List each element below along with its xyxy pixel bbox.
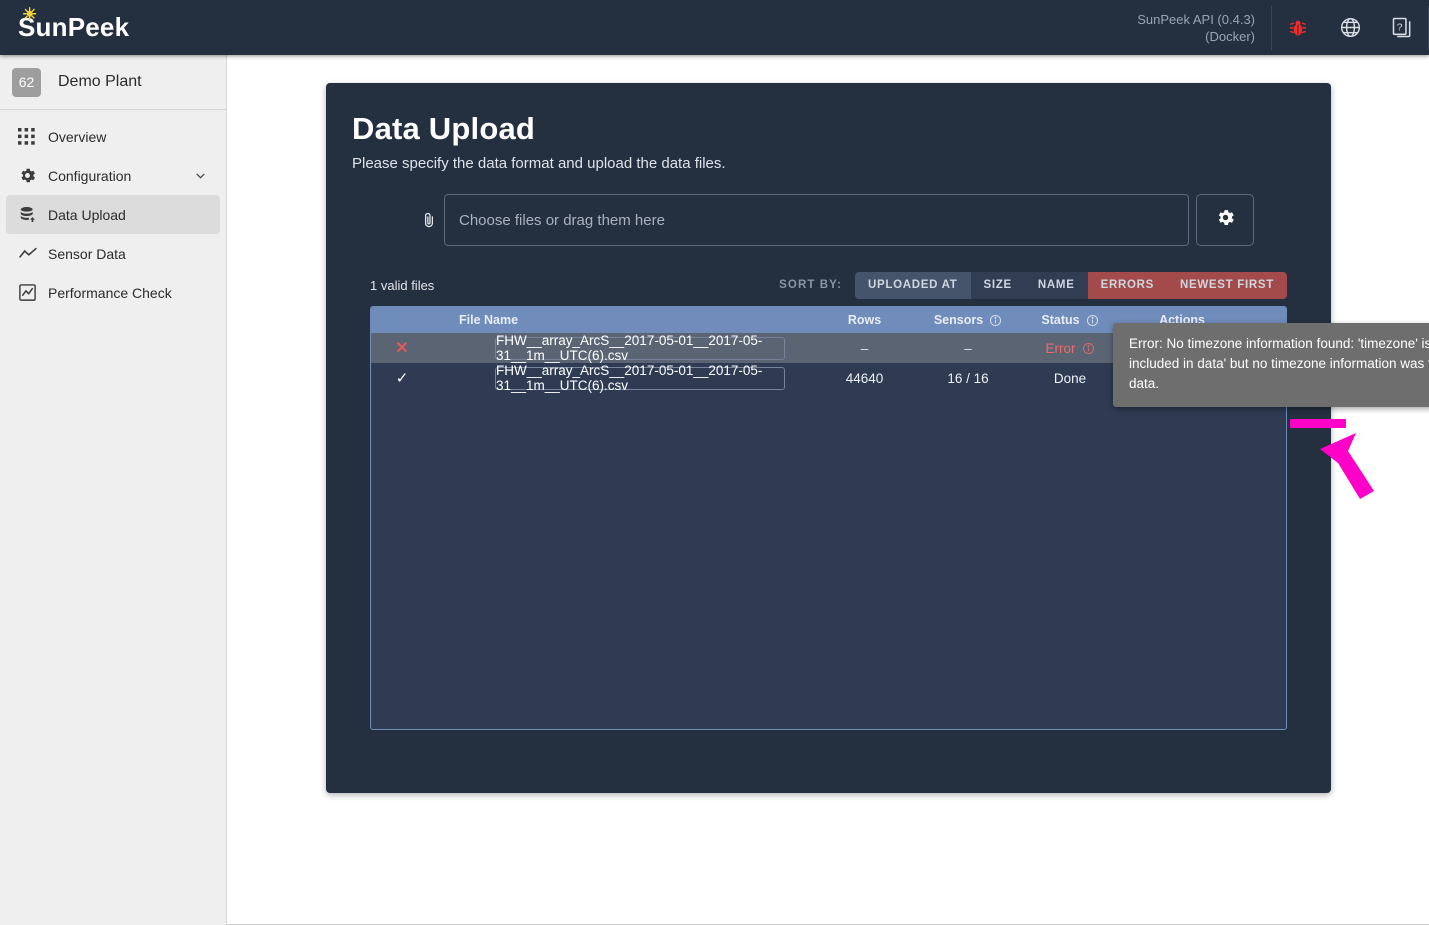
chevron-down-icon[interactable] <box>193 168 208 183</box>
bug-icon[interactable] <box>1272 0 1324 55</box>
error-tooltip: Error: No timezone information found: 't… <box>1113 323 1429 407</box>
file-drop-placeholder: Choose files or drag them here <box>459 211 665 229</box>
valid-files-count: 1 valid files <box>370 277 435 293</box>
error-info-icon[interactable] <box>1082 342 1095 355</box>
grid-icon <box>18 128 48 145</box>
app-logo[interactable]: ☀ SunPeek <box>18 6 129 43</box>
x-icon: ✕ <box>395 340 409 357</box>
column-header-status-label: Status <box>1041 313 1080 327</box>
status-value: Error <box>1045 340 1076 356</box>
chart-box-icon <box>18 283 48 302</box>
sort-name-button[interactable]: NAME <box>1024 271 1088 299</box>
page-subtitle: Please specify the data format and uploa… <box>352 155 726 172</box>
data-upload-panel: Data Upload Please specify the data form… <box>326 83 1331 793</box>
sun-icon: ☀ <box>22 5 38 24</box>
rows-value: 44640 <box>845 370 884 386</box>
file-picker-row: Choose files or drag them here <box>414 194 1331 246</box>
database-upload-icon <box>18 205 48 224</box>
main-content: Data Upload Please specify the data form… <box>227 55 1429 925</box>
column-header-sensors-label: Sensors <box>933 313 984 327</box>
globe-icon[interactable] <box>1324 0 1376 55</box>
sensors-value: – <box>964 340 972 356</box>
sort-newest-first-button[interactable]: NEWEST FIRST <box>1166 271 1287 299</box>
api-version-line2: (Docker) <box>1205 28 1255 44</box>
status-value: Done <box>1053 370 1087 386</box>
table-toolbar: 1 valid files SORT BY: UPLOADED AT SIZE … <box>370 271 1287 299</box>
sort-uploaded-at-button[interactable]: UPLOADED AT <box>855 271 971 299</box>
sidebar-item-configuration[interactable]: Configuration <box>6 156 220 195</box>
upload-settings-button[interactable] <box>1196 194 1254 246</box>
plant-selector[interactable]: 62 Demo Plant <box>0 55 226 110</box>
status-info-icon[interactable] <box>1086 314 1099 327</box>
plant-id-badge: 62 <box>12 67 41 97</box>
sort-by-label: SORT BY: <box>779 279 843 291</box>
row-state-error: ✕ <box>371 338 433 358</box>
top-bar-right: SunPeek API (0.4.3) (Docker) ? <box>1137 0 1429 55</box>
api-version-info: SunPeek API (0.4.3) (Docker) <box>1137 11 1271 45</box>
plant-name: Demo Plant <box>58 73 142 90</box>
column-header-rows: Rows <box>847 313 882 327</box>
gear-icon <box>1215 207 1236 233</box>
sidebar-item-label: Sensor Data <box>48 245 126 262</box>
api-version-line1: SunPeek API (0.4.3) <box>1137 11 1255 27</box>
file-name-value: FHW__array_ArcS__2017-05-01__2017-05-31_… <box>495 363 785 393</box>
file-name-cell[interactable]: FHW__array_ArcS__2017-05-01__2017-05-31_… <box>433 363 811 393</box>
sidebar-item-label: Data Upload <box>48 206 126 223</box>
sidebar-item-label: Overview <box>48 128 107 145</box>
status-cell: Error <box>1018 341 1122 356</box>
file-name-value: FHW__array_ArcS__2017-05-01__2017-05-31_… <box>495 333 785 363</box>
sidebar-item-data-upload[interactable]: Data Upload <box>6 195 220 234</box>
gear-icon <box>18 166 48 185</box>
file-drop-zone[interactable]: Choose files or drag them here <box>444 194 1189 246</box>
sidebar-item-overview[interactable]: Overview <box>6 117 220 156</box>
file-name-cell[interactable]: FHW__array_ArcS__2017-05-01__2017-05-31_… <box>433 333 811 363</box>
line-chart-icon <box>18 244 48 264</box>
sidebar-item-label: Configuration <box>48 167 132 184</box>
check-icon: ✓ <box>395 370 409 387</box>
rows-value: – <box>860 340 869 356</box>
page-title: Data Upload <box>352 111 536 146</box>
row-state-done: ✓ <box>371 369 433 387</box>
docs-icon[interactable]: ? <box>1376 0 1428 55</box>
sidebar-item-sensor-data[interactable]: Sensor Data <box>6 234 220 273</box>
column-header-status: Status <box>1018 313 1122 327</box>
svg-text:?: ? <box>1396 21 1402 33</box>
sidebar-item-label: Performance Check <box>48 284 172 301</box>
top-bar: ☀ SunPeek SunPeek API (0.4.3) (Docker) ? <box>0 0 1429 55</box>
sidebar-item-performance-check[interactable]: Performance Check <box>6 273 220 312</box>
sort-size-button[interactable]: SIZE <box>970 271 1025 299</box>
sensors-info-icon[interactable] <box>989 314 1002 327</box>
paperclip-icon <box>414 211 444 229</box>
column-header-sensors: Sensors <box>918 313 1018 327</box>
sensors-value: 16 / 16 <box>947 370 989 386</box>
sidebar: 62 Demo Plant Overview Configuration Dat… <box>0 55 227 925</box>
column-header-file-name: File Name <box>459 313 519 327</box>
sort-errors-button[interactable]: ERRORS <box>1087 271 1167 299</box>
